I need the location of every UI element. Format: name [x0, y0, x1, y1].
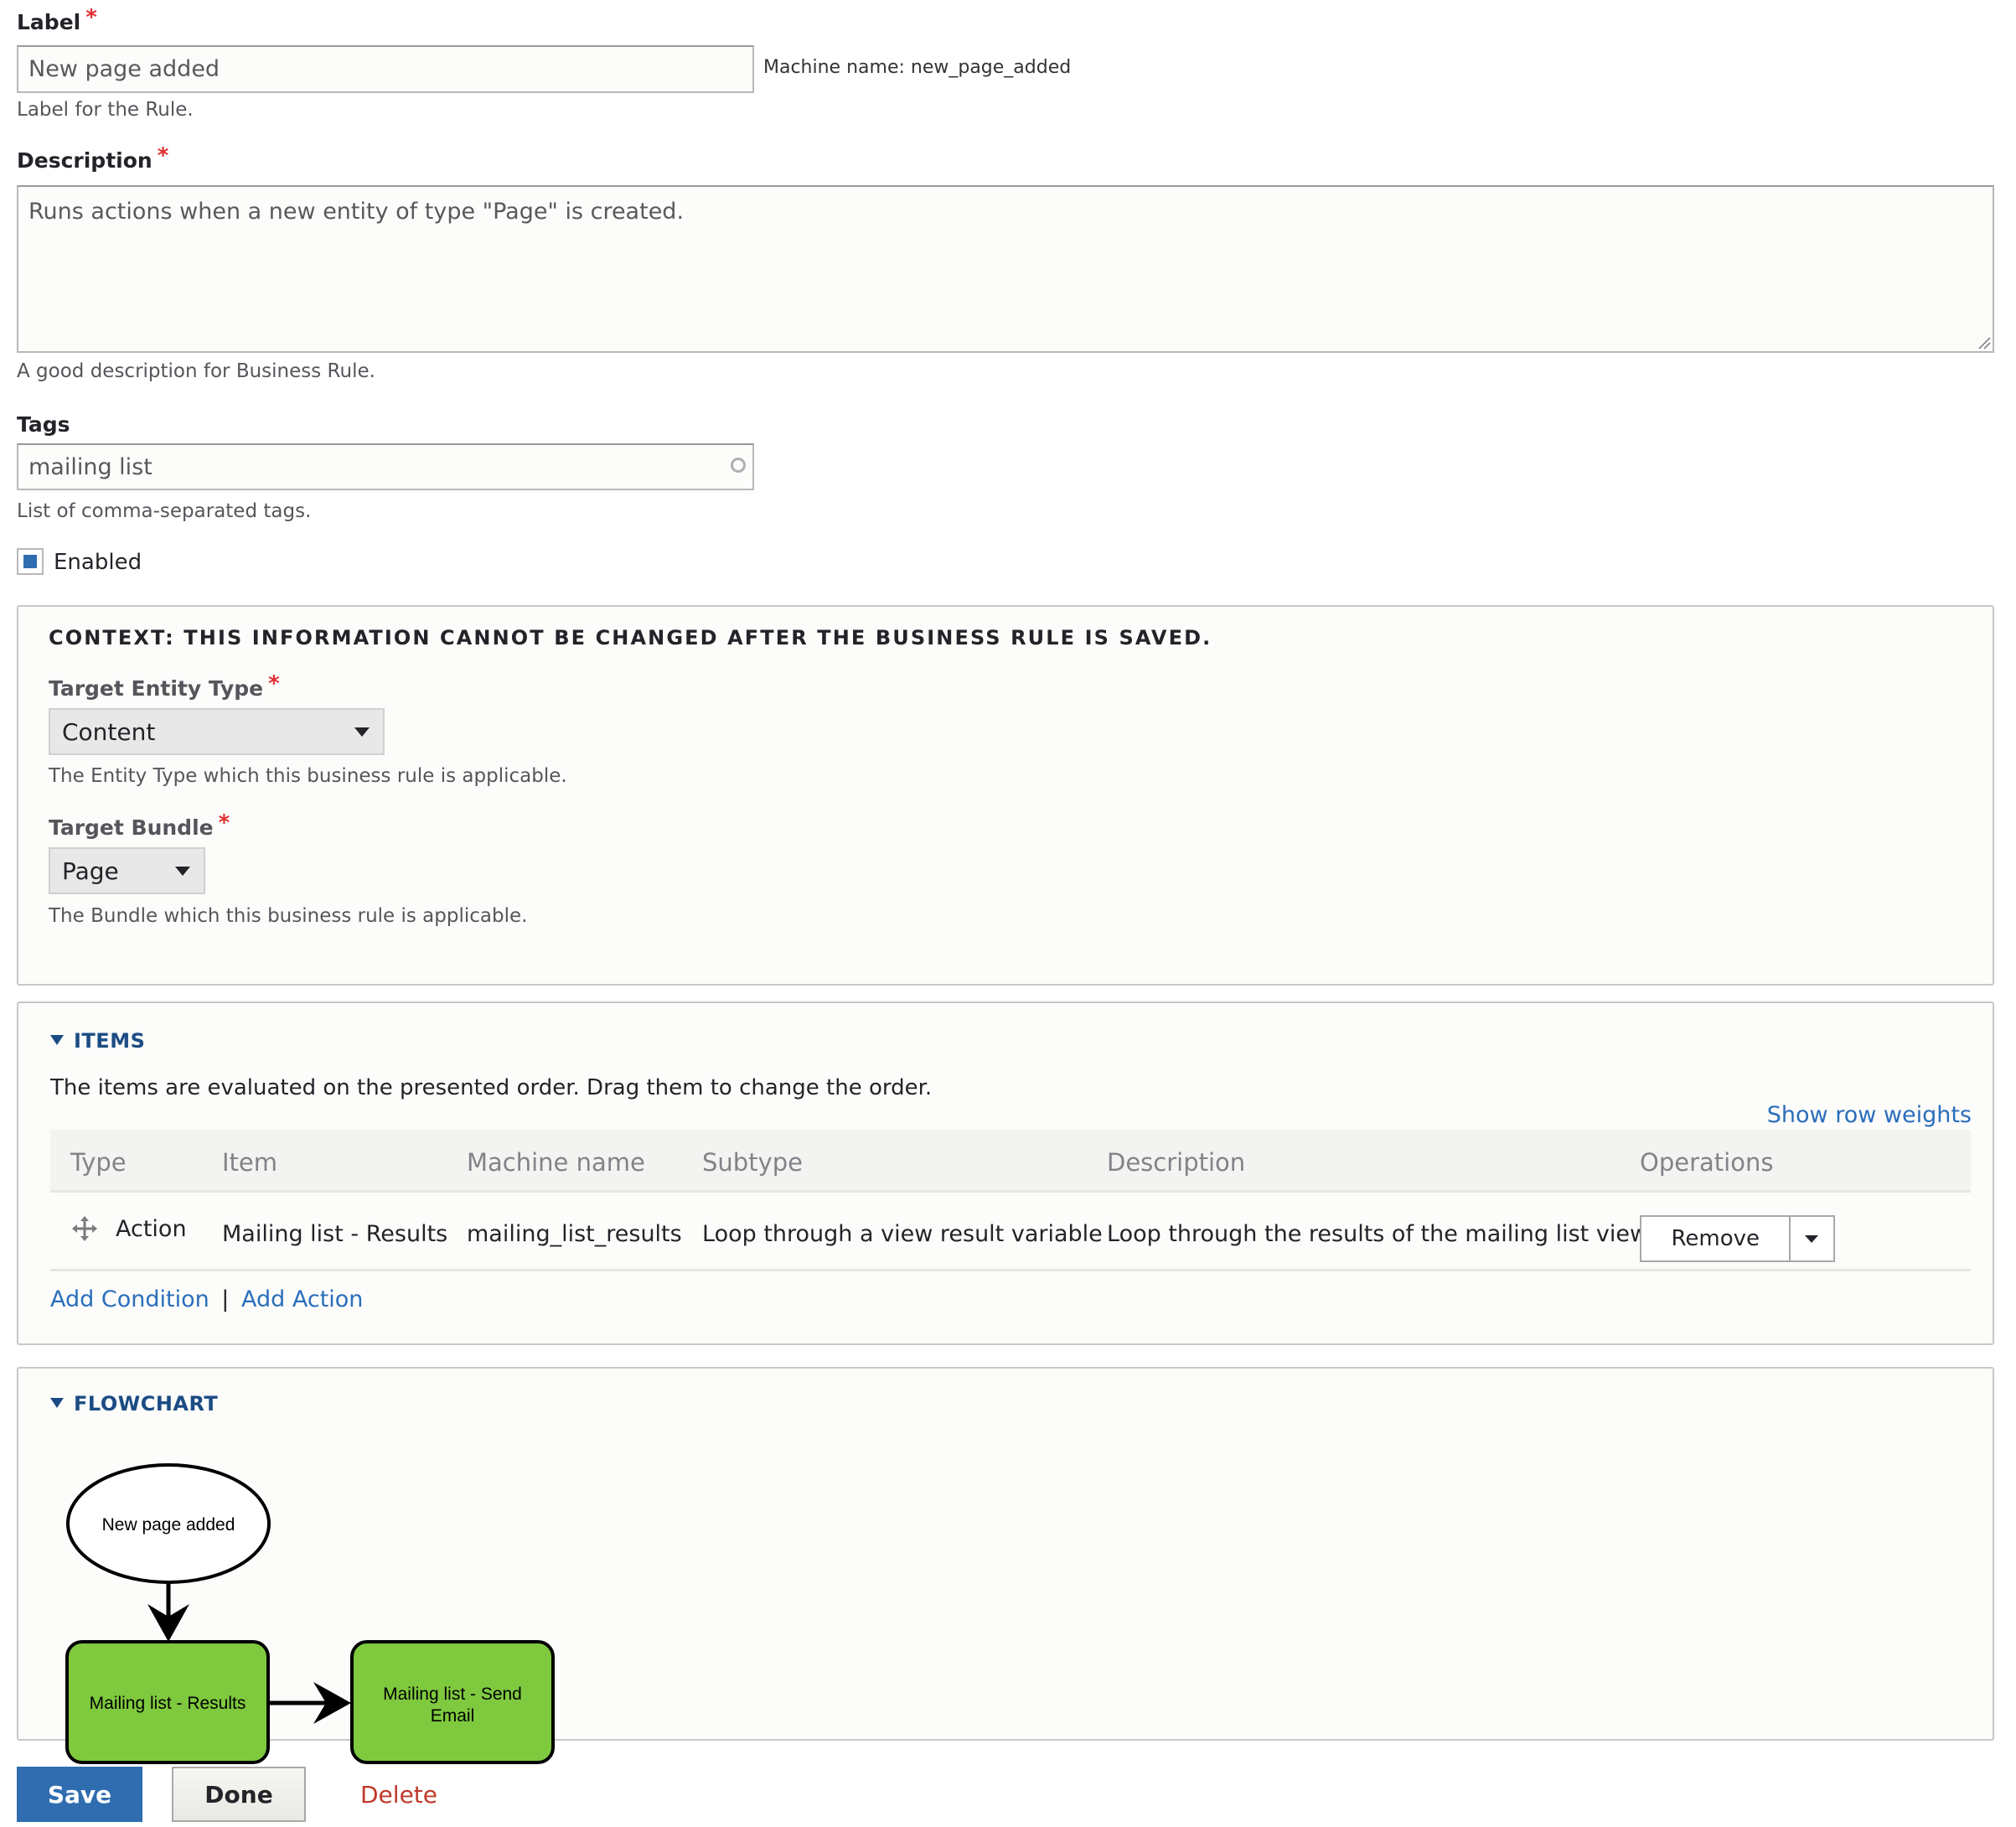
show-row-weights-link[interactable]: Show row weights [1767, 1102, 1972, 1128]
flow-node-send-label-line2: Email [431, 1706, 475, 1726]
delete-link[interactable]: Delete [360, 1781, 437, 1809]
triangle-down-icon [50, 1035, 64, 1045]
flowchart-diagram: New page added Mailing list - Results Ma… [65, 1463, 555, 1764]
bundle-help: The Bundle which this business rule is a… [49, 905, 528, 927]
checkbox-checked-mark [23, 555, 37, 568]
entity-type-help: The Entity Type which this business rule… [49, 765, 567, 787]
required-marker: * [85, 5, 97, 30]
add-action-link[interactable]: Add Action [241, 1286, 363, 1312]
flow-node-results: Mailing list - Results [65, 1640, 270, 1764]
flow-node-send-label-line1: Mailing list - Send [383, 1685, 522, 1704]
column-header-operations: Operations [1640, 1148, 1774, 1177]
label-title-text: Label [17, 10, 81, 34]
drag-handle-icon[interactable] [72, 1216, 97, 1241]
tags-input-value: mailing list [28, 453, 152, 480]
column-header-subtype: Subtype [702, 1148, 803, 1177]
row-machine-name: mailing_list_results [467, 1221, 682, 1247]
bundle-selected: Page [62, 857, 119, 885]
flow-node-results-label: Mailing list - Results [90, 1694, 246, 1713]
entity-type-selected: Content [62, 717, 156, 746]
tags-input[interactable]: mailing list [17, 443, 754, 490]
label-input-value: New page added [28, 56, 220, 82]
context-heading: CONTEXT: THIS INFORMATION CANNOT BE CHAN… [49, 626, 1212, 650]
description-help: A good description for Business Rule. [17, 360, 375, 382]
machine-name: Machine name: new_page_added [763, 57, 1072, 78]
row-type: Action [116, 1216, 187, 1242]
resize-handle-icon[interactable] [1977, 336, 1991, 349]
operations-toggle-button[interactable] [1789, 1217, 1833, 1260]
triangle-down-icon [50, 1398, 64, 1408]
row-item: Mailing list - Results [222, 1221, 448, 1247]
label-field-title: Label * [17, 5, 97, 35]
items-intro: The items are evaluated on the presented… [50, 1075, 933, 1100]
flow-node-start-label: New page added [102, 1515, 235, 1535]
add-condition-link[interactable]: Add Condition [50, 1286, 209, 1312]
flow-node-send: Mailing list - Send Email [350, 1640, 555, 1764]
tags-field-title: Tags [17, 412, 70, 437]
column-header-machine-name: Machine name [467, 1148, 645, 1177]
tags-help: List of comma-separated tags. [17, 500, 312, 522]
done-button[interactable]: Done [172, 1767, 306, 1822]
row-subtype: Loop through a view result variable [702, 1221, 1103, 1247]
bundle-select[interactable]: Page [49, 847, 205, 894]
items-summary-text: ITEMS [74, 1029, 146, 1053]
save-button[interactable]: Save [17, 1767, 142, 1822]
required-marker: * [268, 671, 280, 696]
column-header-description: Description [1107, 1148, 1246, 1177]
context-fieldset [17, 605, 1994, 986]
enabled-label[interactable]: Enabled [54, 550, 142, 575]
bundle-title: Target Bundle * [49, 810, 230, 841]
required-marker: * [157, 143, 169, 168]
entity-type-select[interactable]: Content [49, 708, 385, 755]
entity-type-title: Target Entity Type * [49, 671, 280, 701]
description-title-text: Description [17, 148, 152, 173]
operations-dropbutton: Remove [1640, 1215, 1835, 1262]
enabled-checkbox[interactable] [17, 548, 44, 575]
label-help: Label for the Rule. [17, 99, 194, 121]
required-marker: * [218, 810, 230, 836]
description-textarea-value: Runs actions when a new entity of type "… [28, 199, 685, 225]
flow-node-start: New page added [66, 1463, 271, 1584]
flowchart-summary-text: FLOWCHART [74, 1392, 219, 1416]
description-field-title: Description * [17, 143, 168, 173]
column-header-item: Item [222, 1148, 278, 1177]
column-header-type: Type [70, 1148, 127, 1177]
items-add-links: Add Condition | Add Action [50, 1286, 363, 1312]
row-description: Loop through the results of the mailing … [1107, 1221, 1649, 1247]
autocomplete-throbber-icon [731, 458, 746, 473]
entity-type-title-text: Target Entity Type [49, 676, 264, 701]
chevron-down-icon [354, 727, 370, 737]
items-summary-toggle[interactable]: ITEMS [50, 1029, 145, 1053]
description-textarea[interactable]: Runs actions when a new entity of type "… [17, 185, 1994, 353]
chevron-down-icon [1805, 1235, 1819, 1243]
chevron-down-icon [175, 867, 190, 876]
link-separator: | [221, 1286, 230, 1312]
label-input[interactable]: New page added [17, 45, 754, 93]
flowchart-summary-toggle[interactable]: FLOWCHART [50, 1392, 218, 1416]
bundle-title-text: Target Bundle [49, 815, 214, 840]
remove-button[interactable]: Remove [1641, 1217, 1789, 1260]
